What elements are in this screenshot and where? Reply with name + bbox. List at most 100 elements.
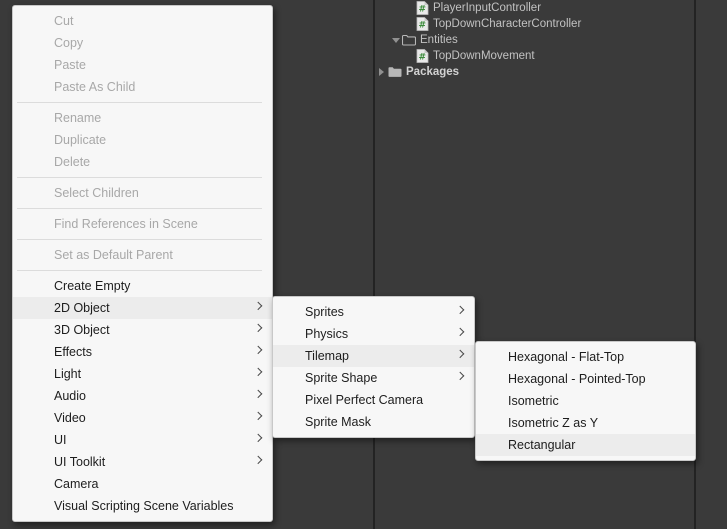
menu-item-label: Set as Default Parent	[54, 248, 173, 262]
menu-item[interactable]: Create Empty	[13, 275, 272, 297]
menu-item[interactable]: Isometric Z as Y	[476, 412, 695, 434]
menu-item[interactable]: Light	[13, 363, 272, 385]
menu-item-label: Isometric Z as Y	[508, 416, 599, 430]
menu-item: Select Children	[13, 182, 272, 204]
menu-item: Set as Default Parent	[13, 244, 272, 266]
menu-item-label: Hexagonal - Flat-Top	[508, 350, 625, 364]
svg-text:#: #	[419, 5, 427, 15]
menu-separator	[17, 270, 262, 271]
svg-text:#: #	[419, 53, 427, 63]
two-d-object-submenu[interactable]: Sprites Physics Tilemap Sprite Shape Pixel P…	[272, 296, 475, 438]
menu-item-label: Create Empty	[54, 279, 131, 293]
menu-item-label: Sprite Mask	[305, 415, 371, 429]
menu-item: Find References in Scene	[13, 213, 272, 235]
menu-item: Delete	[13, 151, 272, 173]
chevron-right-icon	[455, 349, 465, 359]
chevron-right-icon	[253, 301, 263, 311]
menu-item: Rename	[13, 107, 272, 129]
menu-item-label: Light	[54, 367, 82, 381]
menu-item: Duplicate	[13, 129, 272, 151]
chevron-right-icon	[253, 455, 263, 465]
menu-item[interactable]: Audio	[13, 385, 272, 407]
menu-item: Copy	[13, 32, 272, 54]
menu-item[interactable]: Hexagonal - Flat-Top	[476, 346, 695, 368]
menu-item[interactable]: 2D Object	[13, 297, 272, 319]
menu-item-label: Select Children	[54, 186, 139, 200]
csharp-script-icon: #	[416, 17, 429, 31]
menu-separator	[17, 208, 262, 209]
menu-item[interactable]: Video	[13, 407, 272, 429]
chevron-right-icon	[253, 389, 263, 399]
chevron-right-icon	[455, 371, 465, 381]
menu-separator	[17, 177, 262, 178]
menu-item-label: Delete	[54, 155, 91, 169]
chevron-right-icon	[253, 367, 263, 377]
menu-item[interactable]: Physics	[273, 323, 474, 345]
tree-row[interactable]: # PlayerInputController	[375, 0, 694, 16]
chevron-right-icon	[253, 345, 263, 355]
unity-editor-window: # PlayerInputController # TopDownCharacterC…	[0, 0, 727, 529]
svg-text:#: #	[419, 21, 427, 31]
chevron-right-icon[interactable]	[375, 68, 388, 76]
menu-item-label: UI	[54, 433, 67, 447]
chevron-down-icon[interactable]	[389, 37, 402, 43]
menu-item[interactable]: Effects	[13, 341, 272, 363]
menu-item[interactable]: Sprite Shape	[273, 367, 474, 389]
project-tree: # PlayerInputController # TopDownCharacterC…	[375, 0, 694, 80]
menu-item-label: Sprites	[305, 305, 344, 319]
menu-item-label: Rectangular	[508, 438, 576, 452]
tree-row-label: Entities	[420, 34, 458, 46]
tree-row-label: TopDownMovement	[433, 50, 535, 62]
menu-item[interactable]: Camera	[13, 473, 272, 495]
menu-item-label: Effects	[54, 345, 92, 359]
menu-item[interactable]: Hexagonal - Pointed-Top	[476, 368, 695, 390]
menu-item-label: UI Toolkit	[54, 455, 106, 469]
menu-item[interactable]: Sprite Mask	[273, 411, 474, 433]
tree-row[interactable]: Packages	[375, 64, 694, 80]
menu-item: Paste	[13, 54, 272, 76]
menu-item-label: Cut	[54, 14, 74, 28]
menu-item-label: Paste	[54, 58, 86, 72]
menu-item: Cut	[13, 10, 272, 32]
tree-row[interactable]: # TopDownCharacterController	[375, 16, 694, 32]
menu-item-label: 3D Object	[54, 323, 110, 337]
menu-item-label: Isometric	[508, 394, 559, 408]
menu-item-label: Video	[54, 411, 86, 425]
tree-row[interactable]: # TopDownMovement	[375, 48, 694, 64]
menu-item-label: Rename	[54, 111, 102, 125]
menu-item: Paste As Child	[13, 76, 272, 98]
chevron-right-icon	[455, 305, 465, 315]
menu-item[interactable]: UI	[13, 429, 272, 451]
menu-item-label: Pixel Perfect Camera	[305, 393, 424, 407]
inspector-panel-background	[696, 0, 727, 529]
menu-item[interactable]: UI Toolkit	[13, 451, 272, 473]
menu-separator	[17, 102, 262, 103]
menu-item[interactable]: Rectangular	[476, 434, 695, 456]
menu-item[interactable]: Pixel Perfect Camera	[273, 389, 474, 411]
menu-item-label: Paste As Child	[54, 80, 136, 94]
menu-item[interactable]: Tilemap	[273, 345, 474, 367]
menu-item[interactable]: Sprites	[273, 301, 474, 323]
chevron-right-icon	[253, 323, 263, 333]
menu-item-label: Camera	[54, 477, 99, 491]
tilemap-submenu[interactable]: Hexagonal - Flat-Top Hexagonal - Pointed-…	[475, 341, 696, 461]
folder-open-icon	[402, 34, 416, 46]
folder-icon	[388, 66, 402, 78]
menu-item[interactable]: Visual Scripting Scene Variables	[13, 495, 272, 517]
csharp-script-icon: #	[416, 49, 429, 63]
menu-item[interactable]: Isometric	[476, 390, 695, 412]
gameobject-context-menu[interactable]: Cut Copy Paste Paste As Child Rename Duplicat…	[12, 5, 273, 522]
menu-item-label: Duplicate	[54, 133, 107, 147]
chevron-right-icon	[455, 327, 465, 337]
menu-separator	[17, 239, 262, 240]
menu-item[interactable]: 3D Object	[13, 319, 272, 341]
menu-item-label: Visual Scripting Scene Variables	[54, 499, 234, 513]
menu-item-label: Copy	[54, 36, 84, 50]
menu-item-label: 2D Object	[54, 301, 110, 315]
tree-row[interactable]: Entities	[375, 32, 694, 48]
menu-item-label: Hexagonal - Pointed-Top	[508, 372, 646, 386]
csharp-script-icon: #	[416, 1, 429, 15]
menu-item-label: Find References in Scene	[54, 217, 198, 231]
chevron-right-icon	[253, 433, 263, 443]
menu-item-label: Audio	[54, 389, 86, 403]
